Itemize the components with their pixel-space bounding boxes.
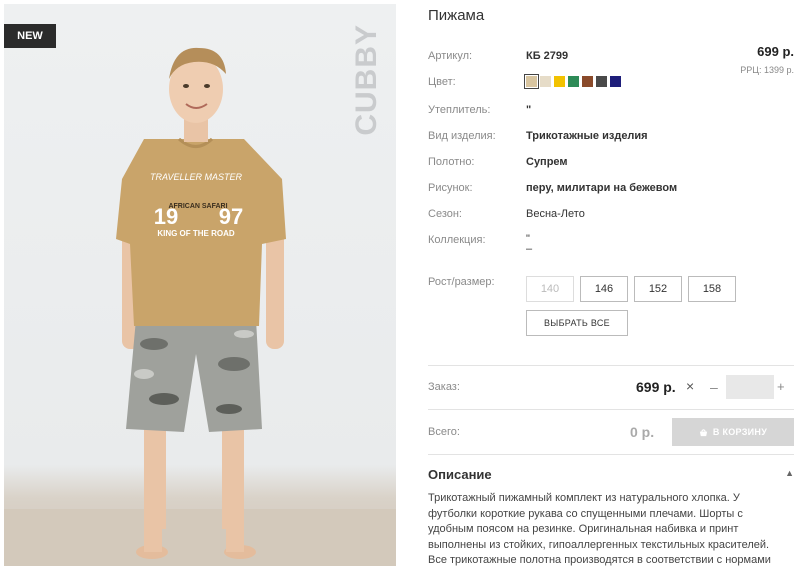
- divider: [428, 409, 794, 410]
- color-swatch[interactable]: [568, 76, 579, 87]
- spec-label: Рисунок:: [428, 182, 473, 194]
- description-heading[interactable]: Описание: [428, 467, 492, 482]
- spec-value: " –: [526, 233, 533, 255]
- select-all-button[interactable]: ВЫБРАТЬ ВСЕ: [526, 310, 628, 336]
- sizes-row: Рост/размер:: [428, 276, 526, 288]
- spec-season: Сезон: Весна-Лето: [428, 208, 585, 220]
- color-swatch[interactable]: [524, 74, 539, 89]
- sizes-label: Рост/размер:: [428, 276, 495, 288]
- spec-collection: Коллекция: " –: [428, 233, 538, 255]
- spec-label: Сезон:: [428, 208, 462, 220]
- add-to-cart-button[interactable]: В КОРЗИНУ: [672, 418, 794, 446]
- description-text: Трикотажный пижамный комплект из натурал…: [428, 492, 771, 566]
- order-price: 699 р.: [636, 379, 676, 395]
- product-title: Пижама: [428, 7, 485, 24]
- print-line1: TRAVELLER MASTER: [150, 172, 243, 182]
- color-swatch[interactable]: [582, 76, 593, 87]
- size-option-146[interactable]: 146: [580, 276, 628, 302]
- basket-icon: [699, 428, 707, 436]
- spec-label: Утеплитель:: [428, 104, 491, 116]
- spec-label: Артикул:: [428, 50, 473, 62]
- remove-icon[interactable]: ×: [686, 378, 694, 394]
- size-option-158[interactable]: 158: [688, 276, 736, 302]
- increase-quantity-button[interactable]: +: [777, 379, 785, 394]
- spec-type: Вид изделия: Трикотажные изделия: [428, 130, 648, 142]
- price-block: 699 р. РРЦ: 1399 р.: [740, 44, 794, 75]
- decrease-quantity-button[interactable]: –: [710, 379, 718, 395]
- spec-label: Вид изделия:: [428, 130, 496, 142]
- brand-logo: CUBBY: [350, 24, 383, 136]
- spec-value: перу, милитари на бежевом: [526, 182, 678, 194]
- size-options: 140 146 152 158: [526, 276, 736, 302]
- total-label: Всего:: [428, 426, 460, 438]
- spec-label: Цвет:: [428, 76, 456, 88]
- product-photo[interactable]: TRAVELLER MASTER 19 97 AFRICAN SAFARI KI…: [4, 4, 396, 566]
- spec-value: КБ 2799: [526, 50, 569, 62]
- color-swatch[interactable]: [540, 76, 551, 87]
- new-badge: NEW: [4, 24, 56, 48]
- print-line2: AFRICAN SAFARI: [168, 203, 227, 210]
- size-option-152[interactable]: 152: [634, 276, 682, 302]
- order-label: Заказ:: [428, 381, 460, 393]
- spec-label: Коллекция:: [428, 234, 486, 246]
- model-illustration: TRAVELLER MASTER 19 97 AFRICAN SAFARI KI…: [4, 47, 396, 566]
- chevron-up-icon[interactable]: ▲: [785, 468, 794, 478]
- total-price: 0 р.: [630, 424, 655, 440]
- spec-article: Артикул: КБ 2799: [428, 50, 568, 62]
- print-line3: KING OF THE ROAD: [157, 229, 235, 238]
- color-swatch[interactable]: [596, 76, 607, 87]
- add-to-cart-label: В КОРЗИНУ: [712, 427, 768, 437]
- spec-value: Супрем: [526, 156, 568, 168]
- size-option-140[interactable]: 140: [526, 276, 574, 302]
- color-swatch[interactable]: [610, 76, 621, 87]
- rrp-value: РРЦ: 1399 р.: [740, 65, 794, 75]
- spec-fabric: Полотно: Супрем: [428, 156, 568, 168]
- spec-pattern: Рисунок: перу, милитари на бежевом: [428, 182, 677, 194]
- price-value: 699 р.: [757, 44, 794, 59]
- spec-value: Весна-Лето: [526, 208, 585, 220]
- divider: [428, 365, 794, 366]
- spec-color: Цвет:: [428, 74, 621, 89]
- divider: [428, 454, 794, 455]
- spec-label: Полотно:: [428, 156, 475, 168]
- total-row: Всего:: [428, 426, 526, 438]
- color-swatches: [524, 74, 621, 89]
- color-swatch[interactable]: [554, 76, 565, 87]
- spec-value: ": [526, 104, 532, 116]
- spec-insulation: Утеплитель: ": [428, 104, 531, 116]
- spec-value: Трикотажные изделия: [526, 130, 648, 142]
- quantity-input[interactable]: [726, 375, 774, 399]
- order-row: Заказ:: [428, 381, 526, 393]
